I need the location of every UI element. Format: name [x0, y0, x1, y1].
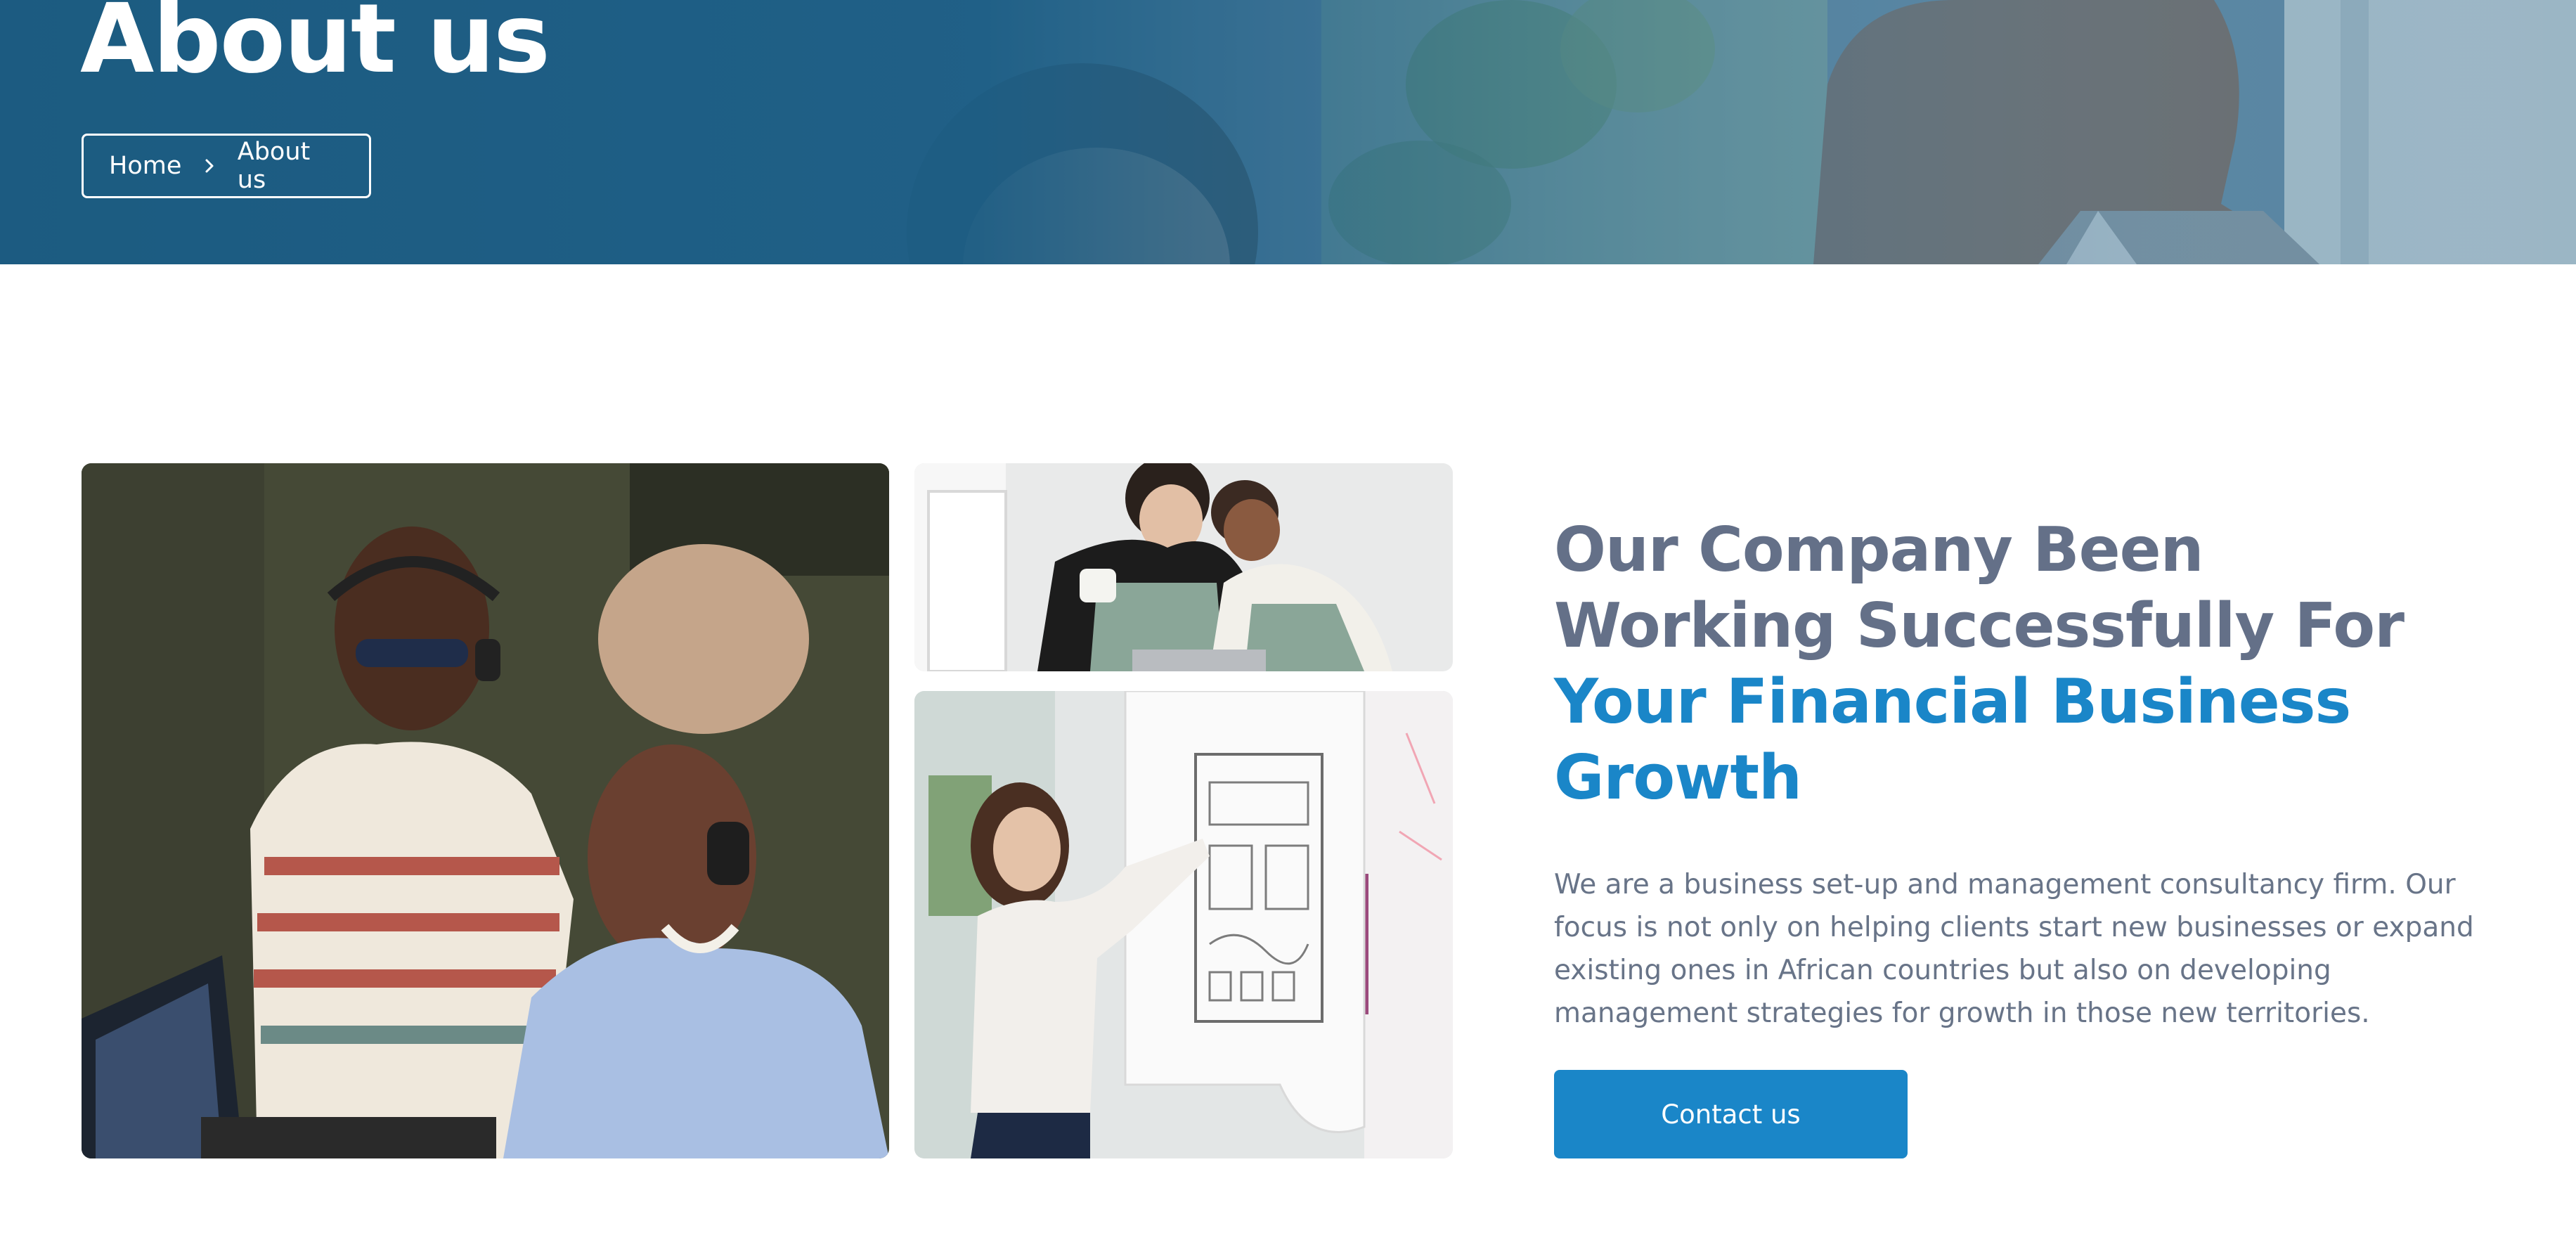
contact-us-button[interactable]: Contact us [1554, 1070, 1908, 1158]
chevron-right-icon [201, 157, 217, 174]
baristas-photo [914, 463, 1453, 671]
section-heading-plain: Our Company Been Working Successfully Fo… [1554, 514, 2405, 661]
page-title: About us [80, 0, 550, 95]
team-callcenter-photo [82, 463, 889, 1158]
whiteboard-presentation-photo [914, 691, 1453, 1158]
section-heading-accent: Your Financial Business Growth [1554, 666, 2351, 813]
breadcrumb-current: About us [237, 138, 311, 194]
section-description: We are a business set-up and management … [1554, 869, 2474, 1029]
section-heading: Our Company Been Working Successfully Fo… [1554, 512, 2496, 815]
breadcrumb: Home About us [82, 134, 371, 198]
breadcrumb-home-link[interactable]: Home [109, 152, 181, 180]
page-hero-banner: About us Home About us [0, 0, 2576, 264]
about-content: Our Company Been Working Successfully Fo… [1554, 512, 2496, 1035]
